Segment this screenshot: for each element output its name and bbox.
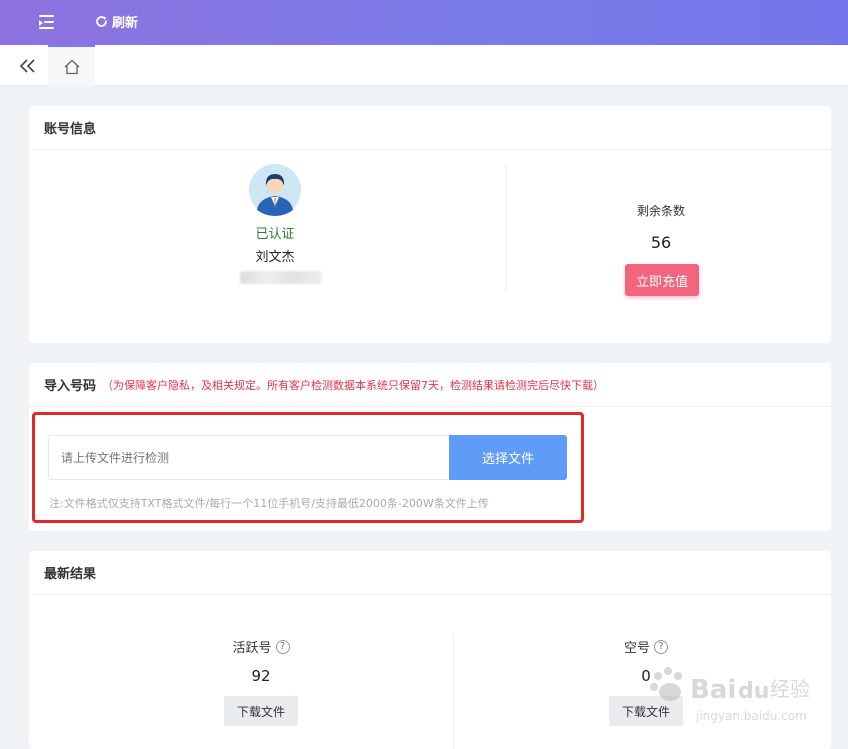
remain-label: 剩余条数 [636, 204, 685, 218]
stat-value: 92 [251, 667, 271, 685]
stat-label: 活跃号 [232, 641, 272, 656]
upload-hint: 注:文件格式仅支持TXT格式文件/每行一个11位手机号/支持最低2000条-20… [49, 497, 489, 510]
help-icon[interactable]: ? [275, 639, 290, 654]
blurred-account-info [240, 271, 322, 284]
tab-bar [0, 45, 848, 86]
download-button[interactable]: 下载文件 [224, 696, 298, 726]
stat-label: 空号 [623, 641, 650, 656]
privacy-notice: （为保障客户隐私，及相关规定。所有客户检测数据本系统只保留7天，检测结果请检测完… [102, 378, 605, 392]
refresh-label: 刷新 [112, 16, 139, 31]
account-card: 账号信息 已认证 刘文杰 剩余条数 56 立即充值 [29, 106, 831, 343]
avatar [249, 164, 301, 216]
refresh-icon [96, 16, 107, 27]
svg-text:经验: 经验 [770, 677, 810, 701]
menu-toggle-icon[interactable] [36, 12, 58, 32]
baidu-watermark-logo: Bai du 经验 jingyan.baidu.com [650, 667, 810, 723]
stat-active: 活跃号? 92 下载文件 [201, 637, 321, 726]
remain-value: 56 [650, 233, 672, 252]
choose-file-button[interactable]: 选择文件 [449, 435, 567, 480]
svg-text:du: du [738, 679, 769, 704]
refresh-button[interactable]: 刷新 [95, 12, 138, 31]
file-input[interactable] [48, 435, 450, 480]
home-icon [64, 59, 79, 74]
results-card-title: 最新结果 [29, 551, 831, 595]
svg-text:Bai: Bai [690, 675, 736, 705]
verified-status: 已认证 [255, 227, 295, 242]
svg-text:jingyan.baidu.com: jingyan.baidu.com [695, 709, 807, 723]
user-name: 刘文杰 [255, 250, 295, 265]
recharge-button[interactable]: 立即充值 [625, 264, 699, 296]
import-card: 导入号码 （为保障客户隐私，及相关规定。所有客户检测数据本系统只保留7天，检测结… [29, 363, 831, 531]
tab-home[interactable] [48, 45, 95, 86]
collapse-icon[interactable] [14, 55, 42, 77]
import-card-header: 导入号码 （为保障客户隐私，及相关规定。所有客户检测数据本系统只保留7天，检测结… [29, 363, 831, 407]
divider [453, 635, 454, 749]
top-bar: 刷新 [0, 0, 848, 45]
account-card-title: 账号信息 [29, 106, 831, 150]
import-title: 导入号码 [44, 379, 97, 394]
divider [837, 635, 838, 749]
divider [506, 164, 507, 292]
help-icon[interactable]: ? [654, 639, 668, 654]
